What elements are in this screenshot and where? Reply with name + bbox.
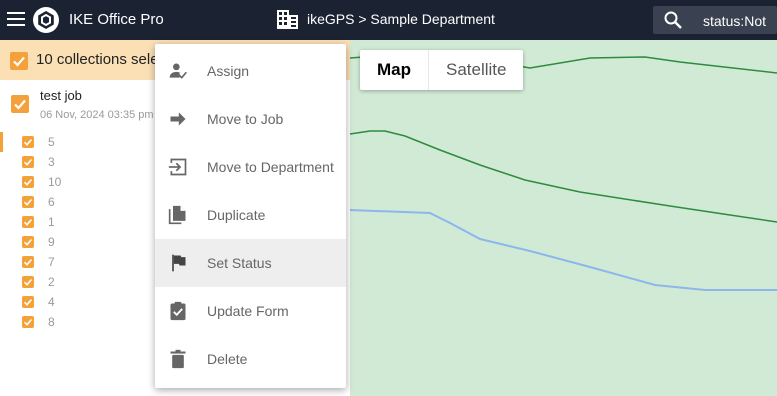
map-roads — [350, 53, 777, 291]
map-view[interactable]: Map Satellite — [350, 40, 777, 396]
menu-item-label: Update Form — [207, 303, 289, 319]
breadcrumb[interactable]: ikeGPS > Sample Department — [307, 11, 495, 27]
search-field[interactable]: status:Not — [653, 6, 777, 34]
job-checkbox[interactable] — [11, 95, 29, 113]
item-label: 6 — [48, 195, 55, 209]
item-checkbox[interactable] — [22, 296, 34, 308]
menu-item-duplicate[interactable]: Duplicate — [155, 191, 346, 239]
top-bar: IKE Office Pro ikeGPS > Sample Departmen… — [0, 0, 777, 40]
menu-item-set-status[interactable]: Set Status — [155, 239, 346, 287]
item-checkbox[interactable] — [22, 136, 34, 148]
menu-item-delete[interactable]: Delete — [155, 335, 346, 383]
item-label: 9 — [48, 235, 55, 249]
duplicate-icon — [168, 205, 186, 225]
menu-item-label: Assign — [207, 63, 250, 79]
menu-item-label: Move to Department — [207, 159, 334, 175]
item-label: 5 — [48, 135, 55, 149]
menu-item-label: Duplicate — [207, 207, 266, 223]
item-checkbox[interactable] — [22, 176, 34, 188]
menu-item-move-to-job[interactable]: Move to Job — [155, 95, 346, 143]
map-type-toggle: Map Satellite — [360, 50, 524, 90]
job-date: 06 Nov, 2024 03:35 pm — [40, 109, 154, 121]
flag-icon — [172, 254, 186, 272]
menu-item-label: Move to Job — [207, 111, 284, 127]
app-title: IKE Office Pro — [69, 11, 164, 28]
selection-count: 10 collections sele — [36, 51, 159, 68]
menu-item-update-form[interactable]: Update Form — [155, 287, 346, 335]
menu-icon[interactable] — [7, 12, 25, 26]
item-label: 1 — [48, 215, 55, 229]
road-line — [350, 209, 777, 291]
menu-item-move-to-department[interactable]: Move to Department — [155, 143, 346, 191]
item-checkbox[interactable] — [22, 316, 34, 328]
item-label: 8 — [48, 315, 55, 329]
move-to-icon — [168, 158, 187, 176]
item-label: 2 — [48, 275, 55, 289]
building-icon — [277, 10, 298, 29]
item-label: 4 — [48, 295, 55, 309]
trash-icon — [170, 349, 186, 369]
map-button[interactable]: Map — [360, 50, 428, 90]
road-line — [350, 130, 777, 223]
item-checkbox[interactable] — [22, 216, 34, 228]
app-logo-icon — [33, 7, 59, 33]
item-label: 3 — [48, 155, 55, 169]
menu-item-assign[interactable]: Assign — [155, 47, 346, 95]
job-title: test job — [40, 88, 82, 103]
menu-item-label: Delete — [207, 351, 248, 367]
item-checkbox[interactable] — [22, 276, 34, 288]
assign-user-icon — [169, 63, 187, 79]
item-checkbox[interactable] — [22, 256, 34, 268]
item-checkbox[interactable] — [22, 156, 34, 168]
select-all-checkbox[interactable] — [10, 52, 28, 70]
search-icon[interactable] — [663, 10, 683, 30]
item-checkbox[interactable] — [22, 196, 34, 208]
arrow-right-icon — [170, 112, 186, 126]
item-label: 7 — [48, 255, 55, 269]
item-checkbox[interactable] — [22, 236, 34, 248]
search-input[interactable]: status:Not — [703, 13, 766, 29]
clipboard-check-icon — [170, 301, 186, 321]
menu-item-label: Set Status — [207, 255, 272, 271]
context-menu: Assign Move to Job Move to Department Du… — [155, 44, 346, 388]
satellite-button[interactable]: Satellite — [429, 50, 523, 90]
item-label: 10 — [48, 175, 62, 189]
